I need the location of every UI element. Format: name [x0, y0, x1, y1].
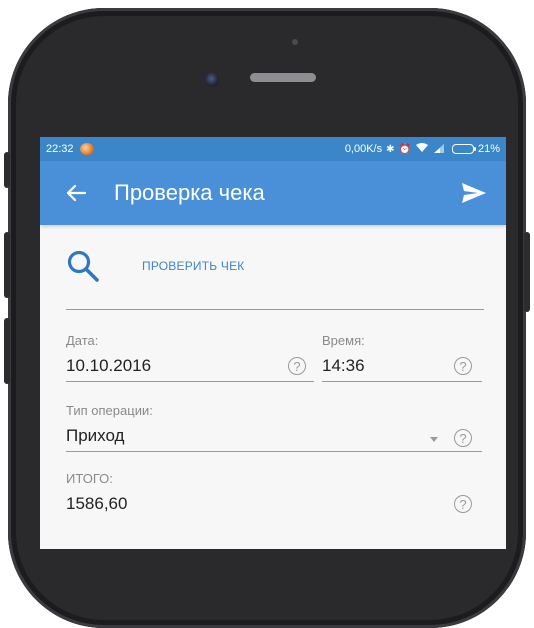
notification-icon [79, 143, 94, 155]
date-label: Дата: [66, 333, 99, 348]
battery-percent: 21% [477, 143, 500, 155]
status-bar: 22:32 0,00K/s ✱ ⏰ 21% [40, 137, 506, 161]
operation-label: Тип операции: [66, 403, 153, 418]
total-field[interactable]: 1586,60 [66, 489, 482, 519]
signal-icon [433, 143, 445, 156]
receipt-form: ПРОВЕРИТЬ ЧЕК Дата: 10.10.2016 ? Время: … [40, 225, 506, 549]
page-title: Проверка чека [114, 180, 265, 205]
total-label: ИТОГО: [66, 471, 113, 486]
arrow-left-icon [66, 184, 86, 202]
search-icon [67, 250, 99, 282]
date-value: 10.10.2016 [66, 356, 152, 375]
date-help-icon[interactable]: ? [288, 357, 306, 375]
status-time: 22:32 [46, 143, 74, 155]
operation-help-icon[interactable]: ? [454, 429, 472, 447]
app-bar: Проверка чека [40, 161, 506, 225]
send-icon [462, 183, 486, 203]
phone-screen: 22:32 0,00K/s ✱ ⏰ 21% Проверка чека ПРОВ… [40, 137, 506, 549]
operation-value: Приход [66, 426, 125, 445]
bluetooth-icon: ✱ [386, 143, 395, 155]
phone-volume-down [4, 318, 10, 384]
send-button[interactable] [446, 161, 502, 225]
phone-mute-switch [4, 152, 10, 188]
chevron-down-icon [430, 437, 438, 442]
alarm-icon: ⏰ [398, 143, 411, 155]
date-field[interactable]: 10.10.2016 [66, 351, 314, 382]
phone-speaker [250, 73, 316, 82]
check-receipt-label: ПРОВЕРИТЬ ЧЕК [142, 259, 245, 273]
battery-icon [451, 144, 476, 154]
operation-select[interactable]: Приход [66, 421, 482, 452]
total-value: 1586,60 [66, 494, 128, 513]
time-label: Время: [322, 333, 365, 348]
phone-power-button [524, 232, 530, 312]
check-receipt-button[interactable]: ПРОВЕРИТЬ ЧЕК [66, 249, 244, 283]
phone-sensor [292, 39, 298, 45]
phone-front-camera [205, 73, 219, 87]
net-speed: 0,00K/s [344, 143, 383, 155]
phone-volume-up [4, 232, 10, 298]
back-button[interactable] [48, 161, 104, 225]
wifi-icon [415, 142, 429, 156]
time-value: 14:36 [322, 356, 365, 375]
divider [66, 309, 484, 310]
total-help-icon[interactable]: ? [454, 495, 472, 513]
time-help-icon[interactable]: ? [454, 357, 472, 375]
